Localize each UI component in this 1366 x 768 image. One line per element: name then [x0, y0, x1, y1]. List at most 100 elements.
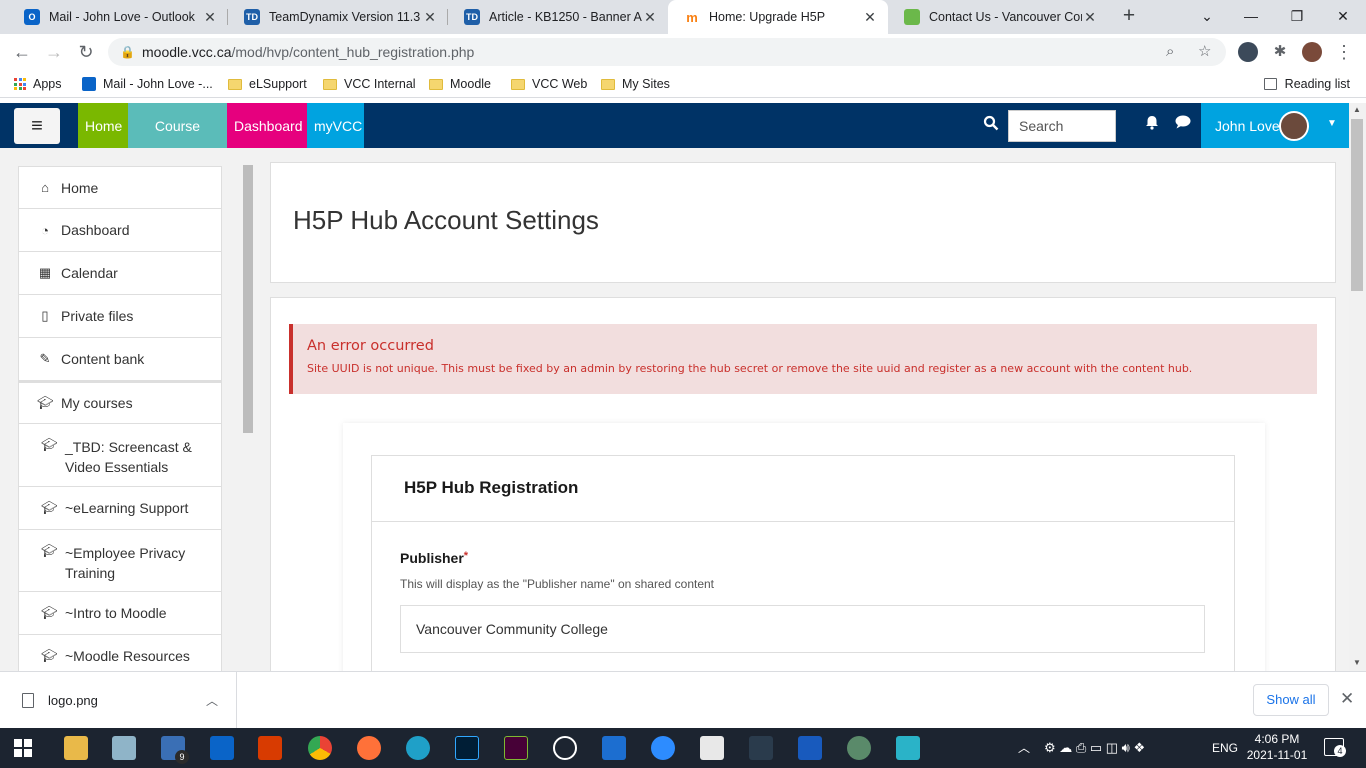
new-tab-button[interactable]: +	[1118, 5, 1140, 28]
close-tab-icon[interactable]: ✕	[422, 9, 438, 26]
zoom-app-icon[interactable]	[651, 736, 675, 760]
bookmark-folder[interactable]: eLSupport	[228, 70, 307, 98]
publisher-input[interactable]: Vancouver Community College	[400, 605, 1205, 653]
language-indicator[interactable]: ENG	[1212, 728, 1238, 768]
messages-icon[interactable]	[1175, 115, 1191, 133]
profile-avatar[interactable]	[1302, 42, 1322, 62]
minimize-button[interactable]: —	[1228, 0, 1274, 32]
download-item[interactable]: logo.png ︿	[0, 672, 237, 729]
media-app-icon[interactable]	[553, 736, 577, 760]
file-explorer-icon[interactable]	[64, 736, 88, 760]
drawer-scrollbar[interactable]	[242, 162, 254, 668]
tray-chevron-icon[interactable]: ︿	[1018, 728, 1030, 768]
search-icon[interactable]	[983, 115, 1001, 133]
drawer-item-dashboard[interactable]: ◔ Dashboard	[18, 209, 222, 252]
graduation-cap-icon: 🎓︎	[41, 500, 58, 515]
notifications-bell-icon[interactable]	[1145, 115, 1159, 134]
dashboard-icon: ◔	[41, 222, 49, 238]
hamburger-menu-icon[interactable]: ≡	[14, 108, 60, 144]
user-menu[interactable]: John Love ▼	[1201, 103, 1349, 148]
windows-start-icon[interactable]	[14, 739, 32, 757]
nav-course-search[interactable]: Course Search	[128, 103, 227, 181]
page-scrollbar[interactable]: ▲ ▼	[1349, 103, 1366, 671]
clock[interactable]: 4:06 PM 2021-11-01	[1246, 731, 1308, 763]
globe-app-icon[interactable]	[847, 736, 871, 760]
bookmark-folder[interactable]: My Sites	[601, 70, 670, 98]
mail-badge: 9	[175, 750, 189, 764]
forward-icon[interactable]: →	[42, 40, 66, 64]
app-icon[interactable]	[749, 736, 773, 760]
close-icon[interactable]: ✕	[1340, 689, 1354, 709]
close-tab-icon[interactable]: ✕	[862, 9, 878, 26]
drawer-course-item[interactable]: 🎓︎ ~Moodle Resources	[18, 635, 222, 671]
drawer-course-item[interactable]: 🎓︎ ~Intro to Moodle	[18, 592, 222, 635]
nav-myvcc[interactable]: myVCC	[307, 103, 364, 148]
drawer-course-item[interactable]: 🎓︎ ~eLearning Support	[18, 487, 222, 530]
drawer-item-calendar[interactable]: ▦ Calendar	[18, 252, 222, 295]
outlook-icon[interactable]	[210, 736, 234, 760]
extension-icon[interactable]	[1238, 42, 1258, 62]
browser-tab[interactable]: O Mail - John Love - Outlook ✕	[8, 0, 228, 34]
photoshop-icon[interactable]	[455, 736, 479, 760]
address-bar[interactable]: 🔒 moodle.vcc.ca/mod/hvp/content_hub_regi…	[108, 38, 1226, 66]
zoom-icon[interactable]: ⌕	[1166, 38, 1174, 66]
close-window-button[interactable]: ✕	[1320, 0, 1366, 32]
bookmark-star-icon[interactable]: ☆	[1198, 38, 1211, 66]
vimeo-record-icon[interactable]	[602, 736, 626, 760]
course-label: ~Employee Privacy Training	[65, 545, 186, 581]
close-tab-icon[interactable]: ✕	[1082, 9, 1098, 26]
close-tab-icon[interactable]: ✕	[642, 9, 658, 26]
drawer-item-private-files[interactable]: ▯ Private files	[18, 295, 222, 338]
course-label: ~eLearning Support	[65, 500, 189, 516]
browser-tab[interactable]: TD TeamDynamix Version 11.3 ✕	[228, 0, 448, 34]
chrome-icon[interactable]	[308, 736, 332, 760]
tab-search-icon[interactable]: ⌄	[1184, 0, 1230, 32]
edge-icon[interactable]	[406, 736, 430, 760]
scrollbar-thumb[interactable]	[243, 165, 253, 433]
nav-home[interactable]: Home	[78, 103, 128, 148]
notification-center-icon[interactable]: 4	[1324, 738, 1346, 757]
publisher-help-text: This will display as the "Publisher name…	[400, 577, 715, 591]
bookmark-label: VCC Internal	[344, 77, 416, 91]
drawer-course-item[interactable]: 🎓︎ _TBD: Screencast & Video Essentials	[18, 424, 222, 487]
back-icon[interactable]: ←	[10, 40, 34, 64]
nav-dashboard[interactable]: Dashboard	[227, 103, 307, 148]
drawer-item-home[interactable]: ⌂ Home	[18, 166, 222, 209]
scroll-down-icon[interactable]: ▼	[1353, 658, 1361, 667]
browser-tab[interactable]: Contact Us - Vancouver Comm ✕	[888, 0, 1108, 34]
chevron-up-icon[interactable]: ︿	[206, 692, 218, 709]
browser-tab-active[interactable]: m Home: Upgrade H5P ✕	[668, 0, 888, 34]
bookmark-folder[interactable]: VCC Web	[511, 70, 587, 98]
app-icon[interactable]	[112, 736, 136, 760]
bookmark-folder[interactable]: Moodle	[429, 70, 491, 98]
bookmark-folder[interactable]: VCC Internal	[323, 70, 416, 98]
office-icon[interactable]	[258, 736, 282, 760]
drawer-item-content-bank[interactable]: ✎ Content bank	[18, 338, 222, 381]
navbar-search-input[interactable]: Search	[1008, 110, 1116, 142]
maximize-button[interactable]: ❐	[1274, 0, 1320, 32]
browser-tab[interactable]: TD Article - KB1250 - Banner Aut ✕	[448, 0, 668, 34]
show-all-button[interactable]: Show all	[1253, 684, 1329, 716]
word-icon[interactable]	[798, 736, 822, 760]
drawer-item-my-courses[interactable]: 🎓︎ My courses	[18, 381, 222, 424]
bookmark-apps[interactable]: Apps	[14, 70, 62, 98]
reload-icon[interactable]: ↻	[74, 40, 98, 64]
close-tab-icon[interactable]: ✕	[202, 9, 218, 26]
graduation-cap-icon: 🎓︎	[41, 648, 58, 663]
browser-menu-icon[interactable]: ⋮	[1332, 40, 1356, 64]
firefox-icon[interactable]	[357, 736, 381, 760]
site-icon	[904, 9, 920, 25]
drawer-course-item[interactable]: 🎓︎ ~Employee Privacy Training	[18, 530, 222, 592]
mail-icon[interactable]: 9	[161, 736, 189, 764]
snagit-icon[interactable]	[700, 736, 724, 760]
puzzle-extensions-icon[interactable]: ✱	[1268, 40, 1292, 64]
lock-icon: 🔒	[120, 45, 135, 59]
tab-title: TeamDynamix Version 11.3	[269, 10, 421, 24]
app-icon[interactable]	[896, 736, 920, 760]
scroll-up-icon[interactable]: ▲	[1353, 105, 1361, 114]
tray-icons[interactable]: ⚙ ☁ ⎙ ▭ ◫ 🔊︎ ❖	[1044, 728, 1145, 768]
dreamweaver-icon[interactable]	[504, 736, 528, 760]
reading-list-button[interactable]: Reading list	[1263, 70, 1350, 98]
bookmark-mail[interactable]: Mail - John Love -...	[82, 70, 213, 98]
scrollbar-thumb[interactable]	[1351, 119, 1363, 291]
